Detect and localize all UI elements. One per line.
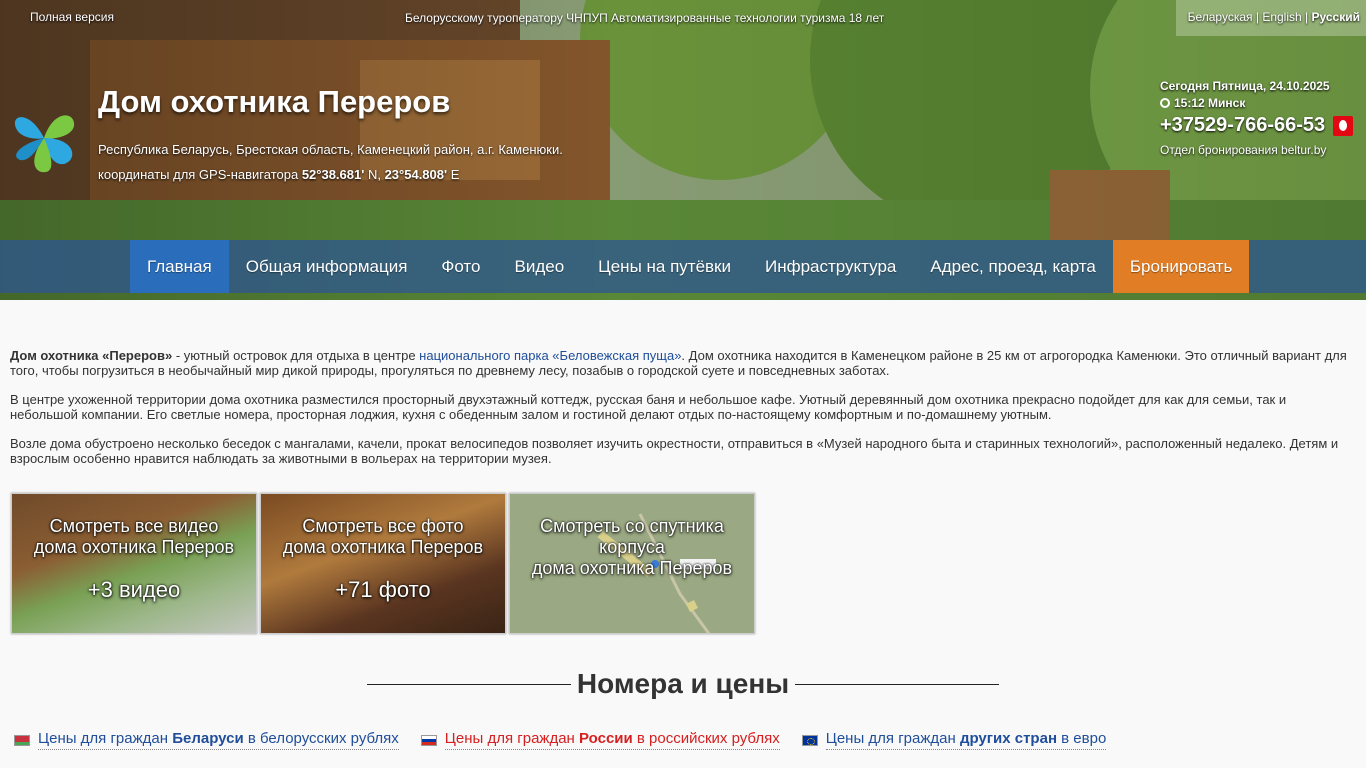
nav-infrastructure[interactable]: Инфраструктура xyxy=(748,240,913,293)
description-paragraph-2: В центре ухоженной территории дома охотн… xyxy=(10,392,1287,422)
lang-belarusian[interactable]: Беларуская xyxy=(1188,10,1253,24)
price-country: других стран xyxy=(959,730,1057,747)
nav-book[interactable]: Бронировать xyxy=(1112,240,1250,293)
clover-logo-icon[interactable] xyxy=(10,100,78,174)
price-text: Цены для граждан xyxy=(825,730,960,747)
lang-separator: | xyxy=(1255,10,1259,24)
description-paragraph-3: Возле дома обустроено несколько беседок … xyxy=(10,436,1339,466)
video-tile[interactable]: Смотреть все видео дома охотника Переров… xyxy=(11,493,257,634)
main-nav: Главная Общая информация Фото Видео Цены… xyxy=(0,240,1366,293)
satellite-tile-caption: Смотреть со спутника корпуса дома охотни… xyxy=(510,516,754,579)
nav-video[interactable]: Видео xyxy=(497,240,581,293)
price-currency: в белорусских рублях xyxy=(243,730,399,747)
lang-russian[interactable]: Русский xyxy=(1312,10,1361,24)
photo-tile[interactable]: Смотреть все фото дома охотника Переров … xyxy=(260,493,506,634)
satellite-tile-line-3: дома охотника Переров xyxy=(531,558,733,578)
heading-divider xyxy=(367,683,571,685)
description-bold-name: Дом охотника «Переров» xyxy=(10,348,173,363)
rooms-heading: Номера и цены xyxy=(367,664,1000,704)
clock-icon xyxy=(1160,98,1170,108)
heading-divider xyxy=(795,683,1000,685)
price-currency: в российских рублях xyxy=(632,730,780,747)
price-links: Цены для граждан Беларуси в белорусских … xyxy=(14,730,1128,750)
tagline: Белорусскому туроператору ЧНПУП Автомати… xyxy=(405,11,885,25)
current-time: 15:12 Минск xyxy=(1174,96,1246,110)
gps-prefix: координаты для GPS-навигатора xyxy=(98,167,299,182)
nav-address-map[interactable]: Адрес, проезд, карта xyxy=(913,240,1113,293)
description-paragraph-1: Дом охотника «Переров» - уютный островок… xyxy=(10,348,1356,378)
satellite-tile[interactable]: Смотреть со спутника корпуса дома охотни… xyxy=(509,493,755,634)
current-date: Сегодня Пятница, 24.10.2025 xyxy=(1160,79,1330,93)
gps-n: N, xyxy=(367,167,381,182)
price-country: Беларуси xyxy=(172,730,244,747)
photo-tile-caption: Смотреть все фото дома охотника Переров xyxy=(261,516,505,558)
contact-block: Сегодня Пятница, 24.10.2025 15:12 Минск … xyxy=(1160,79,1354,157)
belarus-flag-icon xyxy=(14,734,30,746)
video-tile-line-1: Смотреть все видео xyxy=(49,516,219,536)
current-time-row: 15:12 Минск xyxy=(1160,96,1353,110)
price-other-link[interactable]: Цены для граждан других стран в евро xyxy=(801,730,1107,750)
description-text: - уютный островок для отдыха в центре xyxy=(172,348,420,363)
address: Республика Беларусь, Брестская область, … xyxy=(98,142,563,157)
price-text: Цены для граждан xyxy=(38,730,173,747)
satellite-tile-line-1: Смотреть со спутника xyxy=(540,516,724,536)
price-belarus-text: Цены для граждан Беларуси в белорусских … xyxy=(38,730,399,750)
price-other-text: Цены для граждан других стран в евро xyxy=(825,730,1107,750)
top-bar: Полная версия Белорусскому туроператору … xyxy=(0,0,1366,36)
lang-separator: | xyxy=(1305,10,1309,24)
gps-lon: 23°54.808' xyxy=(384,167,448,182)
description: Дом охотника «Переров» - уютный островок… xyxy=(10,348,1356,480)
gps-lat: 52°38.681' xyxy=(301,167,365,182)
nav-items: Главная Общая информация Фото Видео Цены… xyxy=(130,240,1250,293)
photo-tile-line-2: дома охотника Переров xyxy=(282,537,484,557)
price-text: Цены для граждан xyxy=(444,730,579,747)
price-currency: в евро xyxy=(1057,730,1107,747)
national-park-link[interactable]: национального парка «Беловежская пуща» xyxy=(419,348,681,363)
page-title: Дом охотника Переров xyxy=(98,84,451,119)
photo-tile-line-1: Смотреть все фото xyxy=(302,516,464,536)
video-tile-line-2: дома охотника Переров xyxy=(33,537,235,557)
gps-e: E xyxy=(450,167,460,182)
russia-flag-icon xyxy=(420,734,437,746)
phone-number[interactable]: +37529-766-66-53 xyxy=(1160,114,1325,137)
lang-english[interactable]: English xyxy=(1262,10,1301,24)
booking-department: Отдел бронирования beltur.by xyxy=(1160,143,1327,157)
media-tiles: Смотреть все видео дома охотника Переров… xyxy=(11,493,755,634)
video-count: +3 видео xyxy=(87,577,181,602)
video-tile-caption: Смотреть все видео дома охотника Переров xyxy=(12,516,256,558)
nav-photo[interactable]: Фото xyxy=(424,240,497,293)
nav-general-info[interactable]: Общая информация xyxy=(229,240,425,293)
price-belarus-link[interactable]: Цены для граждан Беларуси в белорусских … xyxy=(14,730,399,750)
mts-operator-icon xyxy=(1333,115,1354,136)
language-switcher: Беларуская | English | Русский xyxy=(1175,0,1366,36)
gps-coordinates: координаты для GPS-навигатора 52°38.681'… xyxy=(98,167,459,182)
nav-prices[interactable]: Цены на путёвки xyxy=(581,240,748,293)
phone-row: +37529-766-66-53 xyxy=(1160,114,1354,137)
full-version-link[interactable]: Полная версия xyxy=(30,10,114,24)
price-russia-text: Цены для граждан России в российских руб… xyxy=(444,730,780,750)
header-banner: Полная версия Белорусскому туроператору … xyxy=(0,0,1366,300)
rooms-heading-text: Номера и цены xyxy=(576,668,790,699)
satellite-tile-line-2: корпуса xyxy=(599,537,665,557)
photo-count: +71 фото xyxy=(335,577,431,602)
nav-home[interactable]: Главная xyxy=(130,240,229,293)
price-russia-link[interactable]: Цены для граждан России в российских руб… xyxy=(420,730,780,750)
eu-flag-icon xyxy=(801,734,818,746)
price-country: России xyxy=(579,730,633,747)
